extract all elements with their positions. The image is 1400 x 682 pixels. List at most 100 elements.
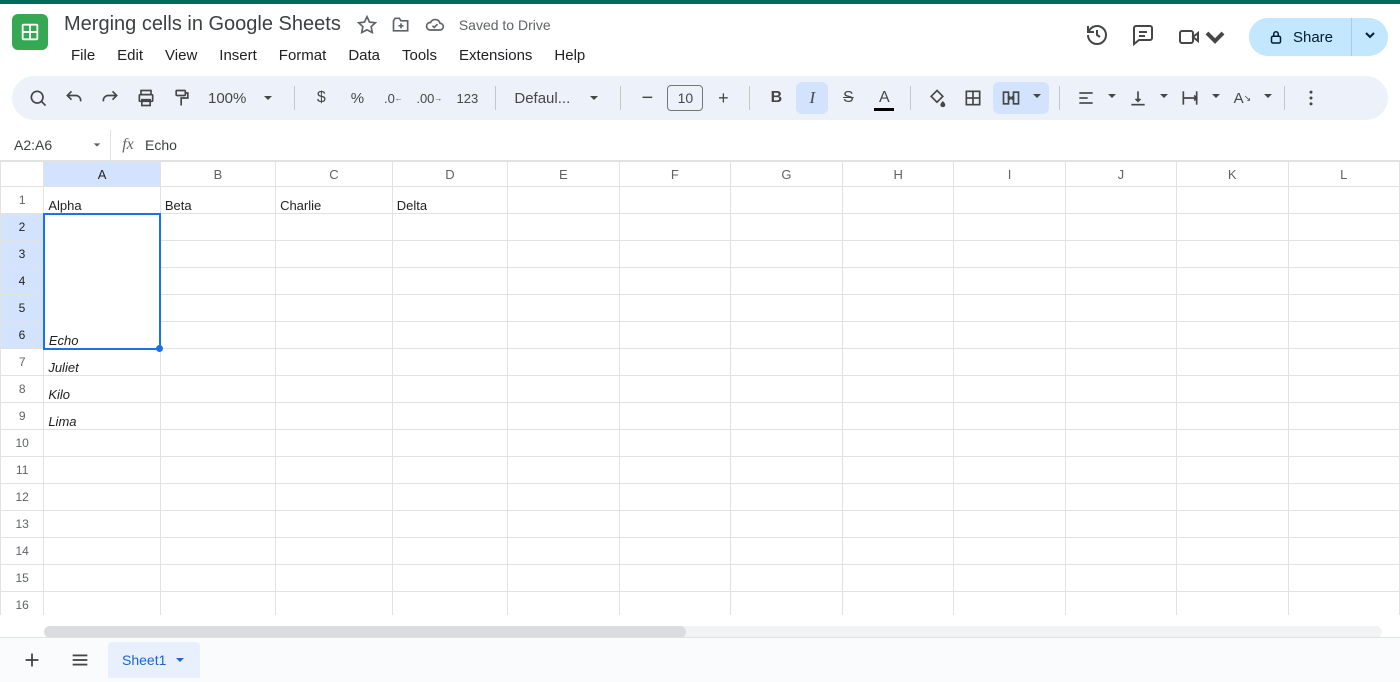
cell-B6[interactable] <box>160 322 275 349</box>
cell-D4[interactable] <box>392 268 507 295</box>
cell-C14[interactable] <box>276 538 393 565</box>
cell-G7[interactable] <box>731 349 843 376</box>
format-123-icon[interactable]: 123 <box>449 82 485 114</box>
cell-K6[interactable] <box>1176 322 1288 349</box>
cell-A1[interactable]: Alpha <box>44 187 161 214</box>
cell-G3[interactable] <box>731 241 843 268</box>
cell-L8[interactable] <box>1288 376 1399 403</box>
percent-icon[interactable]: % <box>341 82 373 114</box>
menu-tools[interactable]: Tools <box>393 43 446 68</box>
cell-E7[interactable] <box>508 349 620 376</box>
menu-format[interactable]: Format <box>270 43 336 68</box>
rotate-icon[interactable]: A↘ <box>1226 82 1258 114</box>
horizontal-align-icon[interactable] <box>1070 82 1102 114</box>
row-header-14[interactable]: 14 <box>1 538 44 565</box>
column-header-L[interactable]: L <box>1288 162 1399 187</box>
search-icon[interactable] <box>22 82 54 114</box>
valign-dropdown-icon[interactable] <box>1158 89 1170 107</box>
cell-I15[interactable] <box>954 565 1065 592</box>
cell-D11[interactable] <box>392 457 507 484</box>
cell-H15[interactable] <box>842 565 954 592</box>
cell-C13[interactable] <box>276 511 393 538</box>
sheet-tab[interactable]: Sheet1 <box>108 642 200 678</box>
vertical-align-icon[interactable] <box>1122 82 1154 114</box>
text-color-icon[interactable]: A <box>868 82 900 114</box>
cell-H2[interactable] <box>842 214 954 241</box>
cell-I10[interactable] <box>954 430 1065 457</box>
cell-C1[interactable]: Charlie <box>276 187 393 214</box>
cell-J4[interactable] <box>1065 268 1176 295</box>
cell-C7[interactable] <box>276 349 393 376</box>
row-header-1[interactable]: 1 <box>1 187 44 214</box>
cell-I5[interactable] <box>954 295 1065 322</box>
cell-H10[interactable] <box>842 430 954 457</box>
cell-E14[interactable] <box>508 538 620 565</box>
cell-L7[interactable] <box>1288 349 1399 376</box>
cell-B1[interactable]: Beta <box>160 187 275 214</box>
cell-C6[interactable] <box>276 322 393 349</box>
row-header-4[interactable]: 4 <box>1 268 44 295</box>
cell-C3[interactable] <box>276 241 393 268</box>
cell-J1[interactable] <box>1065 187 1176 214</box>
cell-H12[interactable] <box>842 484 954 511</box>
cell-B7[interactable] <box>160 349 275 376</box>
cell-B13[interactable] <box>160 511 275 538</box>
cell-K15[interactable] <box>1176 565 1288 592</box>
cell-F1[interactable] <box>619 187 730 214</box>
cell-E13[interactable] <box>508 511 620 538</box>
menu-help[interactable]: Help <box>545 43 594 68</box>
cell-D16[interactable] <box>392 592 507 616</box>
row-header-3[interactable]: 3 <box>1 241 44 268</box>
cell-G10[interactable] <box>731 430 843 457</box>
column-header-A[interactable]: A <box>44 162 161 187</box>
cell-L16[interactable] <box>1288 592 1399 616</box>
cell-L11[interactable] <box>1288 457 1399 484</box>
cell-A8[interactable]: Kilo <box>44 376 161 403</box>
cell-J15[interactable] <box>1065 565 1176 592</box>
cell-A13[interactable] <box>44 511 161 538</box>
cell-G1[interactable] <box>731 187 843 214</box>
cell-F8[interactable] <box>619 376 730 403</box>
cell-H4[interactable] <box>842 268 954 295</box>
cell-E2[interactable] <box>508 214 620 241</box>
cell-L14[interactable] <box>1288 538 1399 565</box>
cell-E10[interactable] <box>508 430 620 457</box>
cell-H8[interactable] <box>842 376 954 403</box>
cell-J3[interactable] <box>1065 241 1176 268</box>
cell-F16[interactable] <box>619 592 730 616</box>
menu-data[interactable]: Data <box>339 43 389 68</box>
cell-I8[interactable] <box>954 376 1065 403</box>
cell-H6[interactable] <box>842 322 954 349</box>
cell-D9[interactable] <box>392 403 507 430</box>
cell-F3[interactable] <box>619 241 730 268</box>
cell-H14[interactable] <box>842 538 954 565</box>
cell-D15[interactable] <box>392 565 507 592</box>
column-header-J[interactable]: J <box>1065 162 1176 187</box>
font-size-input[interactable]: 10 <box>667 85 703 111</box>
cell-D13[interactable] <box>392 511 507 538</box>
cell-F14[interactable] <box>619 538 730 565</box>
cell-D6[interactable] <box>392 322 507 349</box>
strikethrough-icon[interactable]: S <box>832 82 864 114</box>
name-box[interactable]: A2:A6 <box>0 130 111 160</box>
cell-D5[interactable] <box>392 295 507 322</box>
cell-L9[interactable] <box>1288 403 1399 430</box>
cell-G4[interactable] <box>731 268 843 295</box>
rotate-dropdown-icon[interactable] <box>1262 89 1274 107</box>
cell-L2[interactable] <box>1288 214 1399 241</box>
cell-E6[interactable] <box>508 322 620 349</box>
comments-icon[interactable] <box>1131 23 1155 52</box>
menu-extensions[interactable]: Extensions <box>450 43 541 68</box>
meet-icon[interactable] <box>1177 25 1227 49</box>
row-header-15[interactable]: 15 <box>1 565 44 592</box>
cell-A9[interactable]: Lima <box>44 403 161 430</box>
cell-L10[interactable] <box>1288 430 1399 457</box>
zoom-level[interactable]: 100% <box>202 90 248 107</box>
cell-J13[interactable] <box>1065 511 1176 538</box>
cell-J5[interactable] <box>1065 295 1176 322</box>
sheets-logo[interactable] <box>12 14 48 50</box>
cell-E1[interactable] <box>508 187 620 214</box>
row-header-13[interactable]: 13 <box>1 511 44 538</box>
cell-C12[interactable] <box>276 484 393 511</box>
menu-file[interactable]: File <box>62 43 104 68</box>
